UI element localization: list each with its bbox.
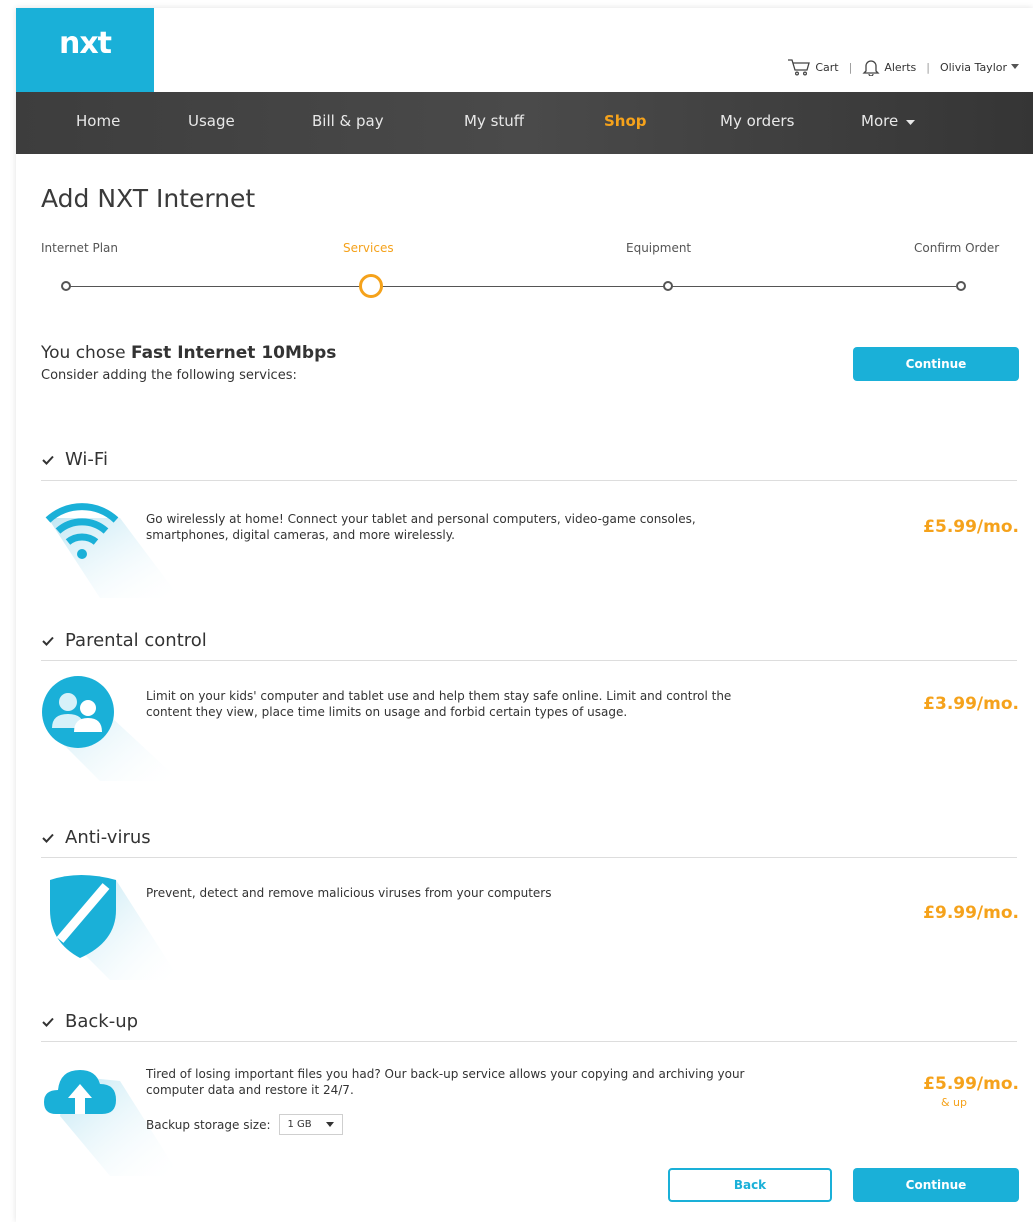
service-price-note-back-up: & up <box>940 1096 967 1109</box>
service-name-anti-virus: Anti-virus <box>65 827 151 848</box>
service-description-back-up: Tired of losing important files you had?… <box>146 1067 745 1097</box>
service-header-anti-virus: Anti-virus <box>41 827 151 848</box>
consider-text: Consider adding the following services: <box>41 368 297 383</box>
chosen-plan-prefix: You chose <box>41 343 131 363</box>
divider: | <box>926 60 930 74</box>
backup-storage-row: Backup storage size: 1 GB <box>146 1114 343 1135</box>
service-price-wifi: £5.99/mo. <box>923 517 1019 537</box>
page-title: Add NXT Internet <box>41 184 256 213</box>
nav-item-my-orders[interactable]: My orders <box>720 112 794 130</box>
user-menu[interactable]: Olivia Taylor <box>940 61 1019 74</box>
step-dot-internet-plan[interactable] <box>61 281 71 291</box>
service-name-wifi: Wi-Fi <box>65 449 108 470</box>
divider <box>41 857 1017 858</box>
service-header-parental-control: Parental control <box>41 630 207 651</box>
service-price-anti-virus: £9.99/mo. <box>923 903 1019 923</box>
service-name-parental-control: Parental control <box>65 630 207 651</box>
chosen-plan-name: Fast Internet 10Mbps <box>130 343 337 363</box>
divider <box>41 480 1017 481</box>
parental-control-checkbox[interactable] <box>41 634 55 648</box>
nav-item-more[interactable]: More <box>861 112 915 130</box>
user-name: Olivia Taylor <box>939 60 1007 74</box>
stepper-line <box>66 286 956 287</box>
nav-more-label: More <box>861 112 899 130</box>
chevron-down-icon <box>1011 64 1019 69</box>
chosen-plan-text: You chose Fast Internet 10Mbps <box>41 343 336 363</box>
nav-item-my-stuff[interactable]: My stuff <box>464 112 524 130</box>
cart-link[interactable]: Cart <box>787 58 839 76</box>
step-label-services: Services <box>343 241 394 255</box>
back-button[interactable]: Back <box>668 1168 832 1202</box>
step-dot-services <box>359 274 383 298</box>
service-description-wifi: Go wirelessly at home! Connect your tabl… <box>146 512 696 542</box>
service-description-parental-control: Limit on your kids' computer and tablet … <box>146 689 732 719</box>
checkmark-icon <box>42 1017 54 1027</box>
back-up-checkbox[interactable] <box>41 1015 55 1029</box>
step-dot-equipment <box>663 281 673 291</box>
wifi-checkbox[interactable] <box>41 453 55 467</box>
service-header-back-up: Back-up <box>41 1011 138 1032</box>
divider <box>41 660 1017 661</box>
step-label-internet-plan: Internet Plan <box>41 241 118 255</box>
top-bar: nxt Cart | Alerts | Olivia Taylor <box>16 8 1033 92</box>
alerts-label: Alerts <box>884 60 917 74</box>
checkmark-icon <box>42 455 54 465</box>
divider <box>41 1041 1017 1042</box>
nav-item-home[interactable]: Home <box>76 112 120 130</box>
app-frame: nxt Cart | Alerts | Olivia Taylor Home U… <box>16 8 1033 1222</box>
checkmark-icon <box>42 636 54 646</box>
anti-virus-checkbox[interactable] <box>41 831 55 845</box>
continue-button-bottom[interactable]: Continue <box>853 1168 1019 1202</box>
step-label-equipment: Equipment <box>626 241 692 255</box>
chevron-down-icon <box>325 1121 334 1127</box>
step-dot-confirm-order <box>956 281 966 291</box>
service-price-back-up: £5.99/mo. <box>923 1074 1019 1094</box>
main-nav: Home Usage Bill & pay My stuff Shop My o… <box>16 92 1033 154</box>
logo-text: nxt <box>58 25 112 61</box>
nav-item-usage[interactable]: Usage <box>188 112 235 130</box>
backup-storage-value: 1 GB <box>287 1119 312 1130</box>
backup-storage-select[interactable]: 1 GB <box>278 1114 343 1135</box>
service-name-back-up: Back-up <box>65 1011 139 1032</box>
checkmark-icon <box>42 833 54 843</box>
divider: | <box>848 60 853 74</box>
chevron-down-icon <box>905 120 915 125</box>
service-description-anti-virus: Prevent, detect and remove malicious vir… <box>146 886 552 900</box>
bell-icon <box>862 60 880 76</box>
logo[interactable]: nxt <box>16 8 154 92</box>
nav-item-bill-pay[interactable]: Bill & pay <box>312 112 384 130</box>
utility-links: Cart | Alerts | Olivia Taylor <box>787 58 1019 76</box>
cart-icon <box>788 59 811 76</box>
nav-item-shop[interactable]: Shop <box>604 112 647 130</box>
service-header-wifi: Wi-Fi <box>41 449 108 470</box>
backup-storage-label: Backup storage size: <box>146 1117 271 1132</box>
continue-button-top[interactable]: Continue <box>853 347 1019 381</box>
service-price-parental-control: £3.99/mo. <box>923 694 1019 714</box>
cart-label: Cart <box>815 60 839 74</box>
alerts-link[interactable]: Alerts <box>862 58 916 76</box>
step-label-confirm-order: Confirm Order <box>914 241 1000 255</box>
